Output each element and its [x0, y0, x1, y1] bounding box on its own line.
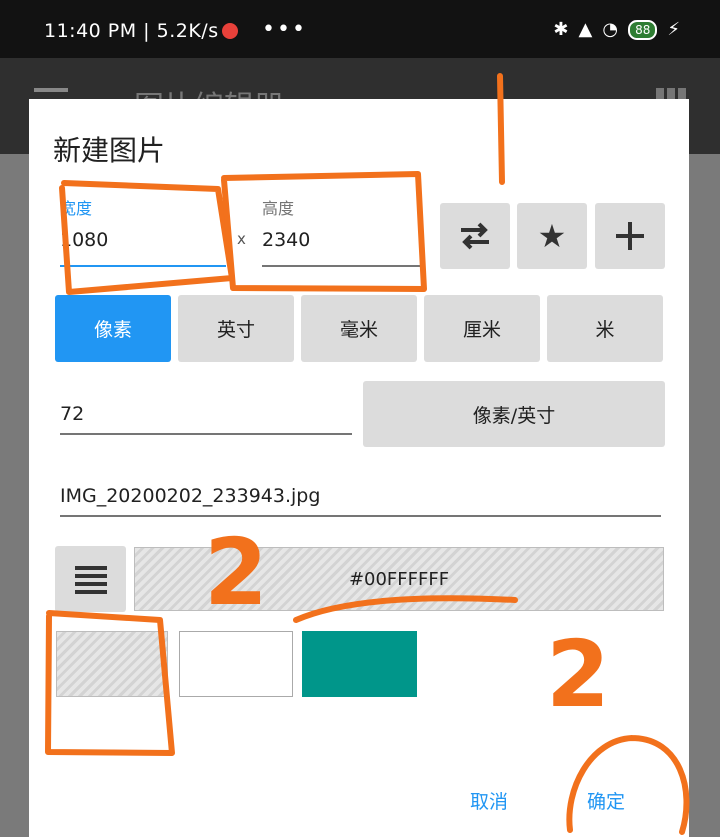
new-image-dialog: 新建图片 宽度 1080 x 高度 2340 ★ 像素 英寸 毫米 厘米 米 7…: [29, 99, 689, 837]
cancel-button[interactable]: 取消: [470, 787, 508, 814]
signal-icon: ▲: [578, 19, 593, 40]
dialog-title: 新建图片: [53, 134, 166, 167]
height-field[interactable]: 高度 2340: [262, 195, 420, 267]
resolution-underline: [60, 433, 352, 435]
ok-button[interactable]: 确定: [587, 787, 625, 814]
swap-dimensions-button[interactable]: [440, 203, 510, 269]
color-value-text: #00FFFFFF: [348, 568, 450, 590]
dimension-separator: x: [237, 230, 246, 248]
star-icon: ★: [537, 217, 567, 255]
width-label: 宽度: [60, 199, 93, 218]
wifi-icon: ◔: [602, 19, 619, 40]
height-underline: [262, 265, 420, 267]
battery-icon: 88: [628, 19, 658, 40]
color-list-button[interactable]: [55, 546, 126, 612]
more-notifications-icon: •••: [262, 17, 307, 42]
list-icon: [74, 566, 107, 594]
swatch-transparent[interactable]: [56, 631, 168, 697]
charging-icon: ⚡: [667, 19, 680, 40]
resolution-input[interactable]: 72: [60, 403, 84, 425]
height-label: 高度: [262, 199, 295, 218]
status-time: 11:40 PM | 5.2K/s: [44, 20, 219, 42]
color-value-field[interactable]: #00FFFFFF: [134, 547, 664, 611]
bluetooth-icon: ✱: [553, 19, 569, 40]
status-bar: 11:40 PM | 5.2K/s ••• ✱ ▲ ◔ 88 ⚡: [0, 0, 720, 58]
status-icons: ✱ ▲ ◔ 88 ⚡: [553, 19, 680, 40]
width-field[interactable]: 宽度 1080: [60, 195, 226, 267]
favorite-size-button[interactable]: ★: [517, 203, 587, 269]
unit-pixel-button[interactable]: 像素: [55, 295, 171, 362]
unit-millimeter-button[interactable]: 毫米: [301, 295, 417, 362]
width-underline: [60, 265, 226, 267]
swatch-teal[interactable]: [302, 631, 417, 697]
unit-meter-button[interactable]: 米: [547, 295, 663, 362]
swatch-white[interactable]: [179, 631, 293, 697]
plus-icon: [616, 222, 644, 250]
height-input[interactable]: 2340: [262, 229, 310, 251]
unit-inch-button[interactable]: 英寸: [178, 295, 294, 362]
add-size-button[interactable]: [595, 203, 665, 269]
filename-input[interactable]: IMG_20200202_233943.jpg: [60, 485, 320, 507]
filename-underline: [60, 515, 661, 517]
width-input[interactable]: 1080: [60, 229, 108, 251]
unit-centimeter-button[interactable]: 厘米: [424, 295, 540, 362]
notification-icon: [222, 23, 238, 39]
resolution-unit-button[interactable]: 像素/英寸: [363, 381, 665, 447]
swap-icon: [461, 222, 489, 250]
